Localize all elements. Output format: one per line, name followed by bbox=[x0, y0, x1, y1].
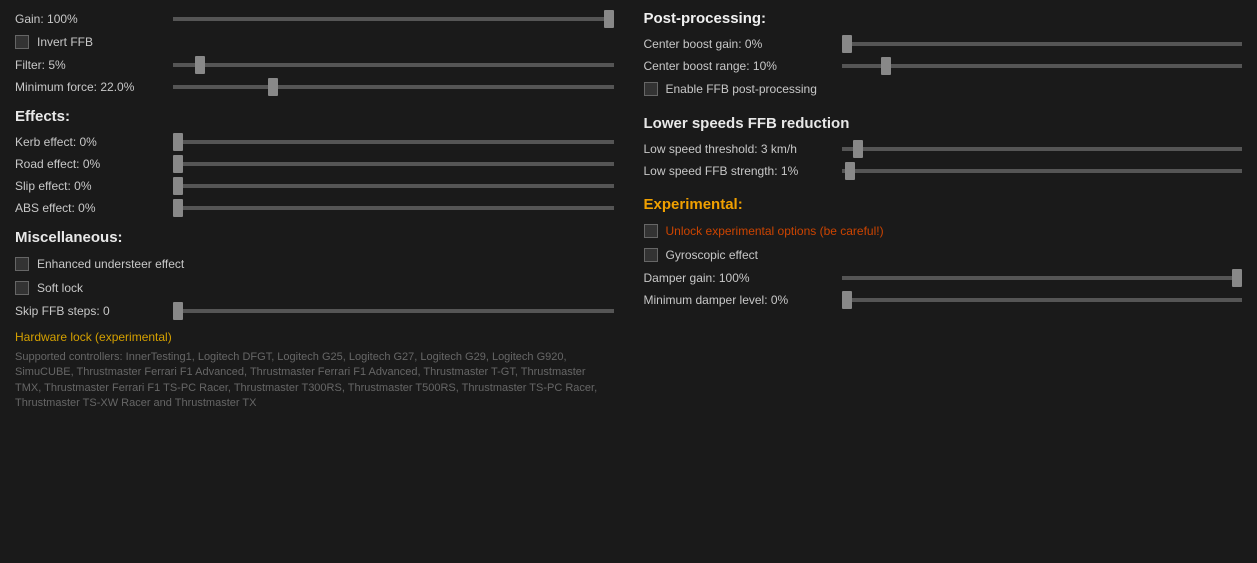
slip-slider-container bbox=[173, 184, 614, 188]
damper-gain-row: Damper gain: 100% bbox=[644, 271, 1243, 285]
low-speed-ffb-slider[interactable] bbox=[842, 169, 1243, 173]
minimum-damper-label: Minimum damper level: 0% bbox=[644, 293, 834, 307]
kerb-label: Kerb effect: 0% bbox=[15, 135, 165, 149]
gain-row: Gain: 100% bbox=[15, 12, 614, 26]
low-speed-threshold-slider[interactable] bbox=[842, 147, 1243, 151]
center-boost-gain-slider[interactable] bbox=[842, 42, 1243, 46]
skip-ffb-label: Skip FFB steps: 0 bbox=[15, 304, 165, 318]
kerb-row: Kerb effect: 0% bbox=[15, 135, 614, 149]
abs-slider-container bbox=[173, 206, 614, 210]
right-column: Post-processing: Center boost gain: 0% C… bbox=[634, 10, 1243, 553]
unlock-experimental-label[interactable]: Unlock experimental options (be careful!… bbox=[666, 224, 884, 238]
miscellaneous-title: Miscellaneous: bbox=[15, 229, 614, 246]
minimum-damper-slider-container bbox=[842, 298, 1243, 302]
filter-label: Filter: 5% bbox=[15, 58, 165, 72]
enhanced-understeer-checkbox[interactable] bbox=[15, 257, 29, 271]
road-slider-container bbox=[173, 162, 614, 166]
road-slider[interactable] bbox=[173, 162, 614, 166]
skip-ffb-slider[interactable] bbox=[173, 309, 614, 313]
road-row: Road effect: 0% bbox=[15, 157, 614, 171]
soft-lock-row: Soft lock bbox=[15, 281, 614, 295]
gain-label: Gain: 100% bbox=[15, 12, 165, 26]
slip-label: Slip effect: 0% bbox=[15, 179, 165, 193]
center-boost-gain-label: Center boost gain: 0% bbox=[644, 37, 834, 51]
filter-slider-container bbox=[173, 63, 614, 67]
abs-row: ABS effect: 0% bbox=[15, 201, 614, 215]
center-boost-gain-slider-container bbox=[842, 42, 1243, 46]
abs-label: ABS effect: 0% bbox=[15, 201, 165, 215]
hardware-lock-label: Hardware lock (experimental) bbox=[15, 330, 614, 344]
center-boost-range-slider-container bbox=[842, 64, 1243, 68]
low-speed-threshold-row: Low speed threshold: 3 km/h bbox=[644, 142, 1243, 156]
gain-slider[interactable] bbox=[173, 17, 614, 21]
minimum-damper-row: Minimum damper level: 0% bbox=[644, 293, 1243, 307]
minimum-damper-slider[interactable] bbox=[842, 298, 1243, 302]
low-speed-ffb-row: Low speed FFB strength: 1% bbox=[644, 164, 1243, 178]
low-speed-ffb-slider-container bbox=[842, 169, 1243, 173]
enable-ffb-label: Enable FFB post-processing bbox=[666, 82, 817, 96]
center-boost-range-row: Center boost range: 10% bbox=[644, 59, 1243, 73]
slip-row: Slip effect: 0% bbox=[15, 179, 614, 193]
kerb-slider[interactable] bbox=[173, 140, 614, 144]
low-speed-threshold-label: Low speed threshold: 3 km/h bbox=[644, 142, 834, 156]
minimum-force-row: Minimum force: 22.0% bbox=[15, 80, 614, 94]
gain-slider-container bbox=[173, 17, 614, 21]
unlock-experimental-row: Unlock experimental options (be careful!… bbox=[644, 224, 1243, 238]
post-processing-title: Post-processing: bbox=[644, 10, 1243, 27]
skip-ffb-row: Skip FFB steps: 0 bbox=[15, 304, 614, 318]
kerb-slider-container bbox=[173, 140, 614, 144]
gyroscopic-label: Gyroscopic effect bbox=[666, 248, 758, 262]
center-boost-gain-row: Center boost gain: 0% bbox=[644, 37, 1243, 51]
gyroscopic-checkbox[interactable] bbox=[644, 248, 658, 262]
damper-gain-slider[interactable] bbox=[842, 276, 1243, 280]
experimental-title: Experimental: bbox=[644, 196, 1243, 213]
filter-slider[interactable] bbox=[173, 63, 614, 67]
low-speed-threshold-slider-container bbox=[842, 147, 1243, 151]
gyroscopic-row: Gyroscopic effect bbox=[644, 248, 1243, 262]
damper-gain-label: Damper gain: 100% bbox=[644, 271, 834, 285]
invert-ffb-checkbox[interactable] bbox=[15, 35, 29, 49]
invert-ffb-label: Invert FFB bbox=[37, 35, 93, 49]
supported-controllers-label: Supported controllers: InnerTesting1, Lo… bbox=[15, 350, 614, 412]
slip-slider[interactable] bbox=[173, 184, 614, 188]
center-boost-range-slider[interactable] bbox=[842, 64, 1243, 68]
abs-slider[interactable] bbox=[173, 206, 614, 210]
lower-speeds-title: Lower speeds FFB reduction bbox=[644, 115, 1243, 132]
left-column: Gain: 100% Invert FFB Filter: 5% Minimum… bbox=[15, 10, 614, 553]
skip-ffb-slider-container bbox=[173, 309, 614, 313]
minimum-force-label: Minimum force: 22.0% bbox=[15, 80, 165, 94]
center-boost-range-label: Center boost range: 10% bbox=[644, 59, 834, 73]
filter-row: Filter: 5% bbox=[15, 58, 614, 72]
enable-ffb-row: Enable FFB post-processing bbox=[644, 82, 1243, 96]
unlock-experimental-checkbox[interactable] bbox=[644, 224, 658, 238]
damper-gain-slider-container bbox=[842, 276, 1243, 280]
invert-ffb-row: Invert FFB bbox=[15, 35, 614, 49]
effects-title: Effects: bbox=[15, 108, 614, 125]
soft-lock-checkbox[interactable] bbox=[15, 281, 29, 295]
enable-ffb-checkbox[interactable] bbox=[644, 82, 658, 96]
low-speed-ffb-label: Low speed FFB strength: 1% bbox=[644, 164, 834, 178]
enhanced-understeer-row: Enhanced understeer effect bbox=[15, 257, 614, 271]
minimum-force-slider-container bbox=[173, 85, 614, 89]
minimum-force-slider[interactable] bbox=[173, 85, 614, 89]
road-label: Road effect: 0% bbox=[15, 157, 165, 171]
enhanced-understeer-label: Enhanced understeer effect bbox=[37, 257, 184, 271]
soft-lock-label: Soft lock bbox=[37, 281, 83, 295]
